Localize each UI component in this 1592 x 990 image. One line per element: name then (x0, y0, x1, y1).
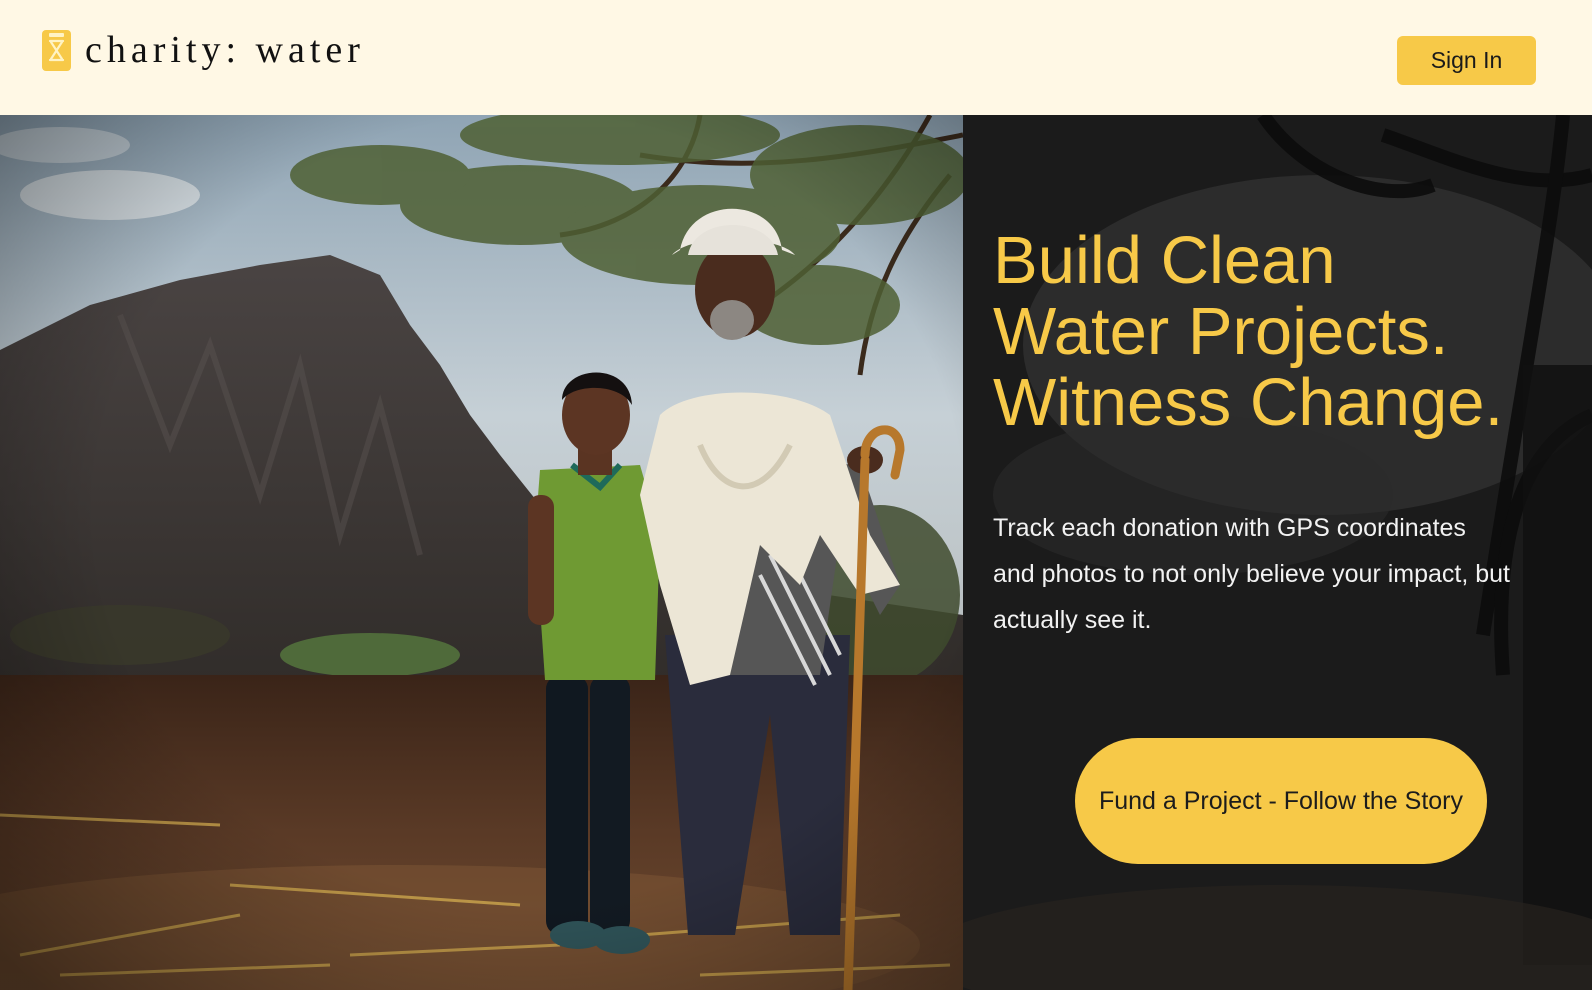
hero-photo (0, 115, 963, 990)
charity-water-logo[interactable]: charity: water (42, 30, 365, 71)
sign-in-button[interactable]: Sign In (1397, 36, 1536, 85)
jerry-can-icon (42, 30, 71, 71)
hero-panel: Build Clean Water Projects. Witness Chan… (963, 115, 1592, 990)
hero-description: Track each donation with GPS coordinates… (993, 514, 1510, 634)
hero-headline: Build Clean Water Projects. Witness Chan… (993, 225, 1583, 438)
headline-line-1: Build Clean (993, 223, 1336, 298)
fund-project-button[interactable]: Fund a Project - Follow the Story (1075, 738, 1487, 864)
hero-photo-illustration (0, 115, 963, 990)
headline-line-2: Water Projects. (993, 294, 1449, 369)
site-header: charity: water Sign In (0, 0, 1592, 115)
landing-page: charity: water Sign In Build Clean Water… (0, 0, 1592, 990)
logo-wordmark: charity: water (85, 29, 365, 71)
headline-line-3: Witness Change. (993, 365, 1504, 440)
